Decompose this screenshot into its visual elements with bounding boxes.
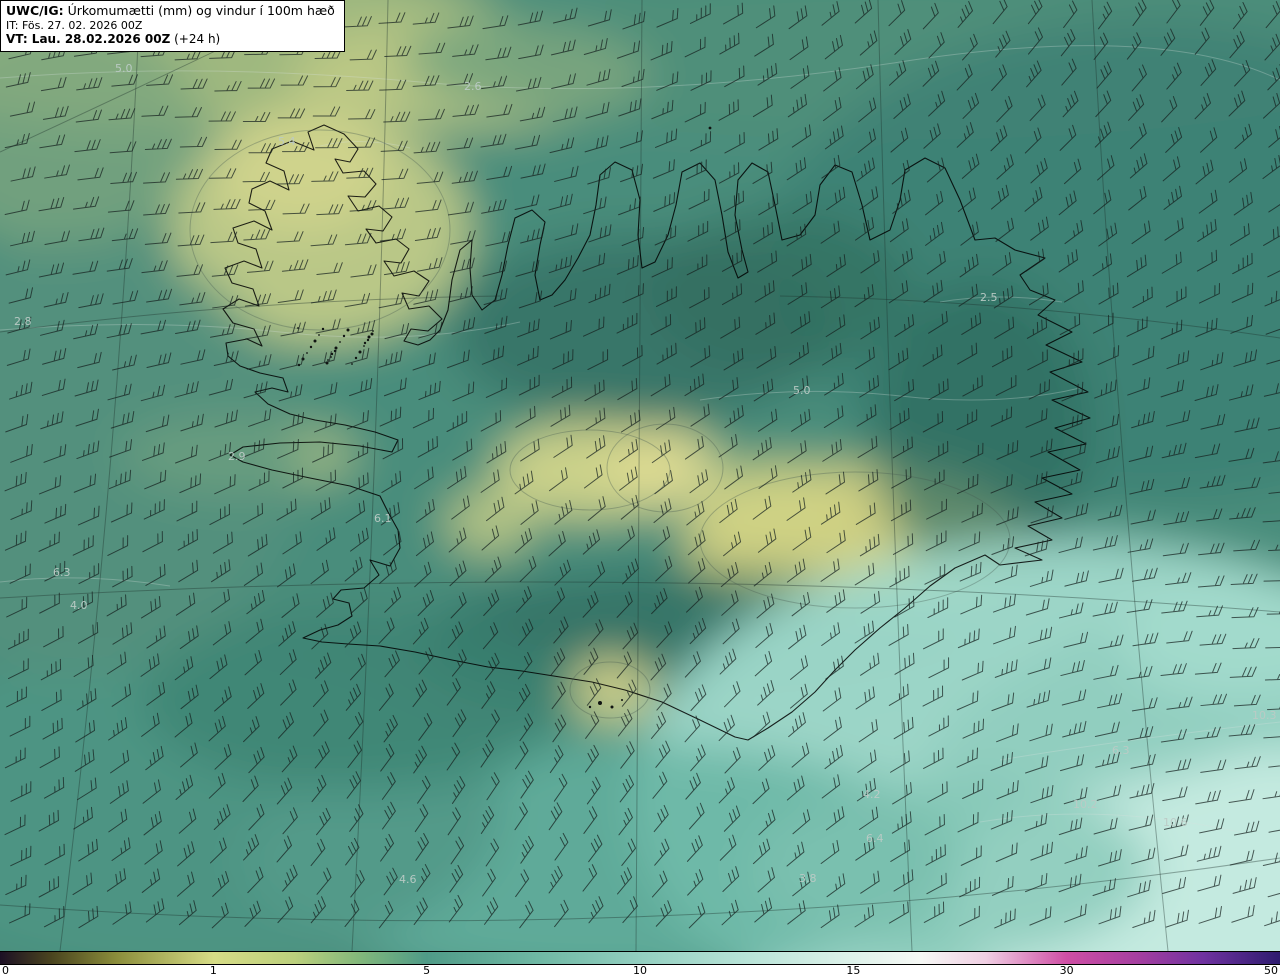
island-dot [351,363,353,365]
colorbar-ticks: 0 1 5 10 15 30 50 [0,964,1280,978]
precip-colorbar: 0 1 5 10 15 30 50 [0,951,1280,978]
island-dot [363,341,367,345]
valid-time: VT: Lau. 28.02.2026 00Z (+24 h) [6,32,335,47]
contour-label: 5.0 [793,384,811,397]
colorbar-tick: 1 [209,964,217,977]
contour-label: 5.4 [278,135,296,148]
contour-label: 10.6 [1163,816,1188,829]
island-dot [588,705,592,709]
island-dot [363,345,365,347]
island-dot [309,345,313,349]
contour-label: 10.3 [1252,709,1277,722]
island-dot [306,352,308,354]
island-dot [708,126,712,130]
contour-label: 5.0 [115,62,133,75]
contour-label: 4.6 [399,873,417,886]
island-dot [366,338,370,342]
contour-label: 2.6 [464,80,482,93]
contour-label: 3.8 [799,872,817,885]
product-label: UWC/IG: [6,3,64,18]
colorbar-gradient [0,951,1280,965]
island-dot [327,359,329,361]
island-dot [370,332,374,336]
map-title-box: UWC/IG: Úrkomumætti (mm) og vindur í 100… [0,0,345,52]
island-dot [318,334,320,336]
valid-time-bold: VT: Lau. 28.02.2026 00Z [6,32,171,46]
colorbar-tick: 15 [846,964,861,977]
colorbar-tick: 50 [1264,964,1278,977]
contour-label: 6.1 [374,512,392,525]
contour-label: 6.3 [1112,744,1130,757]
island-dot [354,356,358,360]
contour-label: 2.8 [14,315,32,328]
contour-label: 4.0 [70,599,88,612]
island-dot [339,341,341,343]
island-dot [610,705,614,709]
island-dot [621,699,623,701]
contour-label: 2.9 [228,450,246,463]
valid-time-suffix: (+24 h) [170,32,221,46]
colorbar-tick: 5 [423,964,431,977]
colorbar-tick: 10 [633,964,647,977]
colorbar-tick: 30 [1059,964,1074,977]
init-time: IT: Fös. 27. 02. 2026 00Z [6,19,143,32]
island-dot [598,701,602,705]
island-dot [334,346,338,350]
title-text: Úrkomumætti (mm) og vindur í 100m hæð [63,3,335,18]
contour-label: 6.3 [53,566,71,579]
island-dot [321,327,325,331]
contour-label: 10.2 [1073,798,1098,811]
island-dot [313,339,317,343]
contour-label: 4.2 [863,788,881,801]
map-title: UWC/IG: Úrkomumætti (mm) og vindur í 100… [6,3,335,19]
island-dot [342,334,346,338]
contour-label: 6.4 [866,832,884,845]
weather-forecast-map: 5.0 2.6 5.4 2.8 2.5 5.0 2.9 6.1 6.3 4.0 10.3 6.3 4.2… [0,0,1280,978]
contour-label: 2.5 [980,291,998,304]
island-dot [346,328,350,332]
island-dot [367,335,371,339]
colorbar-tick: 0 [2,964,9,977]
island-dot [358,350,362,354]
map-canvas: 5.0 2.6 5.4 2.8 2.5 5.0 2.9 6.1 6.3 4.0 10.3 6.3 4.2… [0,0,1280,951]
